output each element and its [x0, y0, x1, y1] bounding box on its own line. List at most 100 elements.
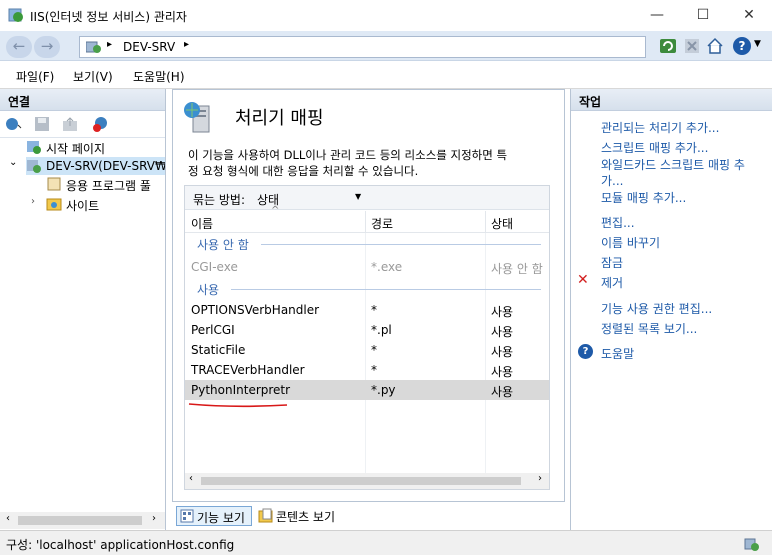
column-header-state[interactable]: 상태 — [491, 215, 513, 232]
action-add-managed-handler[interactable]: 관리되는 처리기 추가... — [601, 119, 719, 136]
actions-pane: 작업 관리되는 처리기 추가... 스크립트 매핑 추가... 와일드카드 스크… — [570, 89, 772, 530]
action-add-wildcard-script-map-cont[interactable]: 가... — [601, 172, 623, 189]
table-row[interactable]: CGI-exe *.exe 사용 안 함 — [185, 257, 549, 277]
cell-path: * — [371, 343, 377, 357]
disconnect-icon[interactable] — [92, 116, 110, 132]
cell-state: 사용 — [491, 325, 514, 339]
scrollbar-thumb[interactable] — [201, 477, 521, 485]
help-icon[interactable]: ? — [733, 37, 751, 55]
tab-label: 콘텐츠 보기 — [276, 510, 336, 524]
tab-label: 기능 보기 — [197, 511, 245, 525]
table-row[interactable]: TRACEVerbHandler * 사용 — [185, 360, 549, 380]
table-row[interactable]: OPTIONSVerbHandler * 사용 — [185, 300, 549, 320]
menu-bar: 파일(F) 보기(V) 도움말(H) — [0, 61, 772, 89]
action-remove[interactable]: 제거 — [601, 274, 623, 291]
action-edit-feature-permissions[interactable]: 기능 사용 권한 편집... — [601, 300, 712, 317]
action-rename[interactable]: 이름 바꾸기 — [601, 234, 660, 251]
cell-name: PerlCGI — [191, 323, 235, 337]
tree-item-label: 사이트 — [66, 199, 100, 213]
tree-item-label: 시작 페이지 — [46, 142, 106, 156]
column-header-path[interactable]: 경로 — [371, 215, 393, 232]
connections-toolbar — [0, 112, 165, 138]
connections-pane: 연결 시작 페이지 ⌄ DEV-SRV(DEV-SRV₩D 응용 프로그램 풀 … — [0, 89, 166, 530]
group-header-enabled: 사용 — [197, 283, 220, 297]
table-row[interactable]: StaticFile * 사용 — [185, 340, 549, 360]
breadcrumb-separator: ▸ — [184, 39, 190, 50]
title-bar: IIS(인터넷 정보 서비스) 관리자 — ☐ ✕ — [0, 0, 772, 31]
grid-horizontal-scrollbar[interactable]: ‹ › — [185, 473, 549, 489]
save-icon[interactable] — [34, 116, 50, 132]
tree-item-app-pools[interactable]: 응용 프로그램 풀 — [46, 176, 165, 193]
actions-header: 작업 — [571, 89, 772, 111]
help-dropdown-icon[interactable]: ▼ — [754, 39, 761, 49]
group-by-bar: 묶는 방법: 상태 ▼ — [185, 186, 549, 210]
iis-app-icon — [8, 8, 23, 22]
column-header-row: 이름 ^ 경로 상태 — [185, 205, 549, 233]
cell-path: * — [371, 363, 377, 377]
stop-icon[interactable] — [684, 38, 700, 54]
cell-name: PythonInterpretr — [191, 383, 291, 397]
red-underline-annotation — [188, 403, 288, 408]
address-bar[interactable]: ▸ DEV-SRV ▸ — [79, 36, 646, 58]
menu-view[interactable]: 보기(V) — [73, 68, 113, 85]
status-bar: 구성: 'localhost' applicationHost.config — [0, 530, 772, 555]
cell-state: 사용 — [491, 385, 514, 399]
cell-state: 사용 안 함 — [491, 262, 543, 276]
content-view-tab[interactable]: 콘텐츠 보기 — [258, 506, 358, 526]
forward-button[interactable]: → — [34, 36, 60, 58]
group-by-label: 묶는 방법: — [193, 193, 246, 207]
menu-file[interactable]: 파일(F) — [16, 68, 54, 85]
sort-up-icon: ^ — [271, 205, 280, 216]
minimize-button[interactable]: — — [634, 0, 680, 31]
close-button[interactable]: ✕ — [726, 0, 772, 31]
tree-item-dev-srv[interactable]: DEV-SRV(DEV-SRV₩D — [26, 157, 165, 175]
action-view-ordered-list[interactable]: 정렬된 목록 보기... — [601, 320, 697, 337]
cell-state: 사용 — [491, 365, 514, 379]
tree-item-start-page[interactable]: 시작 페이지 — [26, 139, 165, 156]
scroll-right-icon[interactable]: › — [152, 513, 156, 524]
tree-item-sites[interactable]: 사이트 — [46, 196, 165, 213]
cell-state: 사용 — [491, 305, 514, 319]
cell-path: * — [371, 303, 377, 317]
tree-item-label: 응용 프로그램 풀 — [66, 179, 151, 193]
handler-mappings-icon — [184, 102, 210, 133]
address-toolbar: ← → ▸ DEV-SRV ▸ ? ▼ — [0, 31, 772, 61]
up-level-icon[interactable] — [62, 116, 80, 132]
horizontal-scrollbar[interactable]: ‹ › — [0, 512, 165, 529]
features-view-tab[interactable]: 기능 보기 — [176, 506, 252, 526]
column-header-name[interactable]: 이름 — [191, 215, 213, 232]
scrollbar-thumb[interactable] — [18, 516, 142, 525]
start-page-icon — [27, 141, 41, 154]
breadcrumb-dev-srv[interactable]: DEV-SRV — [123, 40, 175, 54]
scroll-left-icon[interactable]: ‹ — [189, 473, 193, 484]
menu-help[interactable]: 도움말(H) — [133, 68, 185, 85]
group-header-disabled: 사용 안 함 — [197, 238, 249, 252]
action-help[interactable]: 도움말 — [601, 345, 634, 362]
table-row-selected[interactable]: PythonInterpretr *.py 사용 — [185, 380, 549, 400]
network-status-icon — [744, 538, 759, 551]
remove-icon: ✕ — [577, 272, 589, 288]
help-icon: ? — [578, 344, 593, 359]
scroll-left-icon[interactable]: ‹ — [6, 513, 10, 524]
maximize-button[interactable]: ☐ — [680, 0, 726, 31]
home-icon[interactable] — [706, 37, 724, 54]
action-add-module-map[interactable]: 모듈 매핑 추가... — [601, 189, 686, 206]
page-description-line2: 정 요청 형식에 대한 응답을 처리할 수 있습니다. — [188, 164, 419, 178]
content-view-icon — [258, 508, 273, 523]
cell-name: StaticFile — [191, 343, 246, 357]
cell-path: *.py — [371, 383, 396, 397]
collapse-chevron-icon[interactable]: ⌄ — [9, 157, 17, 168]
refresh-icon[interactable] — [659, 38, 677, 54]
action-lock[interactable]: 잠금 — [601, 254, 623, 271]
action-add-wildcard-script-map[interactable]: 와일드카드 스크립트 매핑 추 — [601, 156, 745, 173]
expand-chevron-icon[interactable]: › — [31, 196, 35, 207]
window-title: IIS(인터넷 정보 서비스) 관리자 — [30, 10, 187, 24]
scroll-right-icon[interactable]: › — [538, 473, 542, 484]
server-icon — [27, 160, 41, 173]
back-button[interactable]: ← — [6, 36, 32, 58]
group-by-select[interactable]: 상태 ▼ — [249, 188, 367, 207]
connect-icon[interactable] — [4, 116, 24, 132]
action-add-script-map[interactable]: 스크립트 매핑 추가... — [601, 139, 708, 156]
table-row[interactable]: PerlCGI *.pl 사용 — [185, 320, 549, 340]
action-edit[interactable]: 편집... — [601, 214, 635, 231]
